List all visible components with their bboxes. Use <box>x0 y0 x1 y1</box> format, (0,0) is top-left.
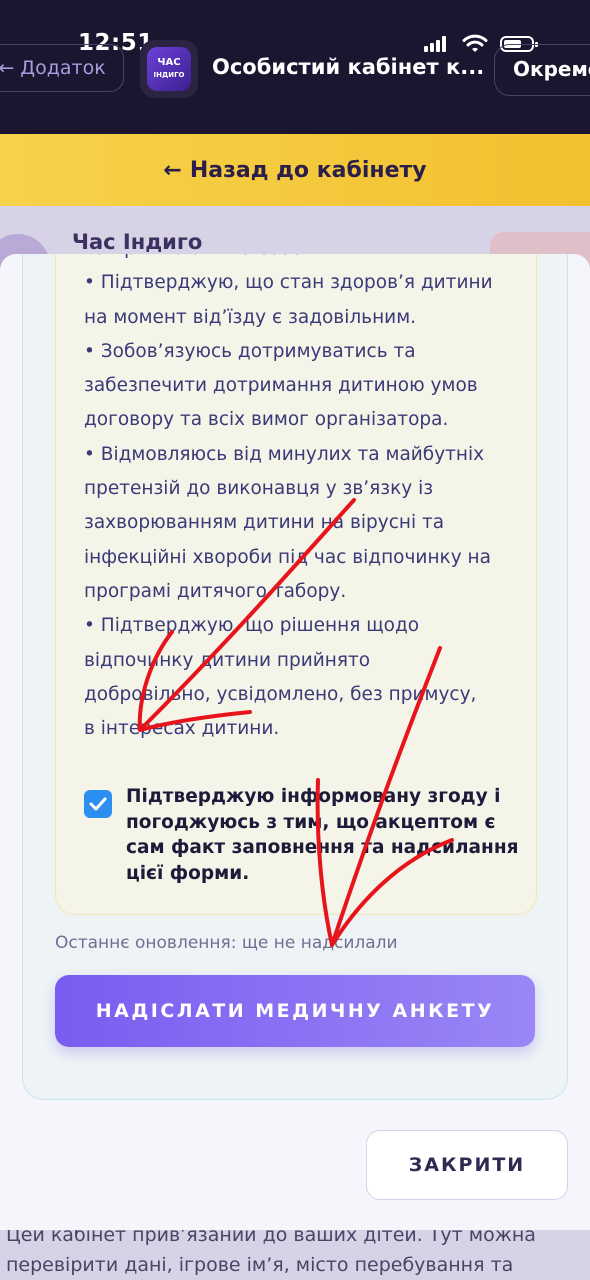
consent-line: • Підтверджую, що рішення щодо <box>84 615 420 637</box>
logo-text-bottom: ІНДИГО <box>153 71 185 79</box>
consent-line: на момент від’їзду є задовільним. <box>84 306 417 328</box>
last-update-status: Останнє оновлення: ще не надсилали <box>55 933 398 953</box>
back-to-cabinet-button[interactable]: ← Назад до кабінету <box>0 134 590 206</box>
submit-medical-form-button[interactable]: НАДІСЛАТИ МЕДИЧНУ АНКЕТУ <box>55 975 535 1047</box>
page-description-line: перевірити дані, ігрове ім’я, місто пере… <box>6 1254 514 1276</box>
checkmark-icon <box>89 797 107 811</box>
separate-button[interactable]: Окремо <box>494 44 590 96</box>
arrow-left-icon: ← <box>0 57 15 79</box>
logo-text-top: ЧАС <box>157 57 181 68</box>
arrow-left-icon: ← <box>163 157 182 183</box>
consent-line: • Відмовляюсь від минулих та майбутніх <box>84 443 485 465</box>
back-to-cabinet-label: Назад до кабінету <box>189 157 427 183</box>
consent-line: • Підтверджую, що стан здоров’я дитини <box>84 272 493 294</box>
medical-form-modal: та приймаю їх на себе. • Підтверджую, що… <box>0 254 590 1230</box>
consent-line: програмі дитячого табору. <box>84 580 347 602</box>
app-logo: ЧАС ІНДИГО <box>140 40 198 98</box>
consent-line: добровільно, усвідомлено, без примусу, <box>84 683 477 705</box>
app-bar: 12:51 ← Додаток ЧАС ІНДИГО Особистий каб… <box>0 0 590 134</box>
consent-box: та приймаю їх на себе. • Підтверджую, що… <box>55 254 537 915</box>
page-title: Особистий кабінет к... <box>212 55 485 79</box>
consent-line: договору та всіх вимог організатора. <box>84 409 449 431</box>
consent-line: забезпечити дотримання дитиною умов <box>84 375 478 397</box>
agree-checkbox[interactable] <box>84 790 112 818</box>
back-to-app-button[interactable]: ← Додаток <box>0 44 124 92</box>
form-card: та приймаю їх на себе. • Підтверджую, що… <box>22 254 568 1100</box>
consent-line: та приймаю їх на себе. <box>84 254 514 266</box>
consent-text: та приймаю їх на себе. • Підтверджую, що… <box>84 254 514 746</box>
status-bar: 12:51 <box>0 0 590 56</box>
cellular-signal-icon <box>424 36 448 52</box>
back-to-app-label: Додаток <box>20 57 106 79</box>
consent-line: захворюванням дитини на вірусні та <box>84 512 445 534</box>
consent-line: інфекційні хвороби під час відпочинку на <box>84 546 491 568</box>
agree-label[interactable]: Підтверджую інформовану згоду і погоджую… <box>126 784 526 886</box>
card-title: Час Індиго <box>72 230 203 254</box>
consent-line: • Зобов’язуюсь дотримуватись та <box>84 340 416 362</box>
consent-line: в інтересах дитини. <box>84 718 280 740</box>
consent-line: відпочинку дитини прийнято <box>84 649 371 671</box>
consent-line: претензій до виконавця у зв’язку із <box>84 478 434 500</box>
wifi-icon <box>462 34 488 52</box>
close-button[interactable]: ЗАКРИТИ <box>366 1130 568 1200</box>
